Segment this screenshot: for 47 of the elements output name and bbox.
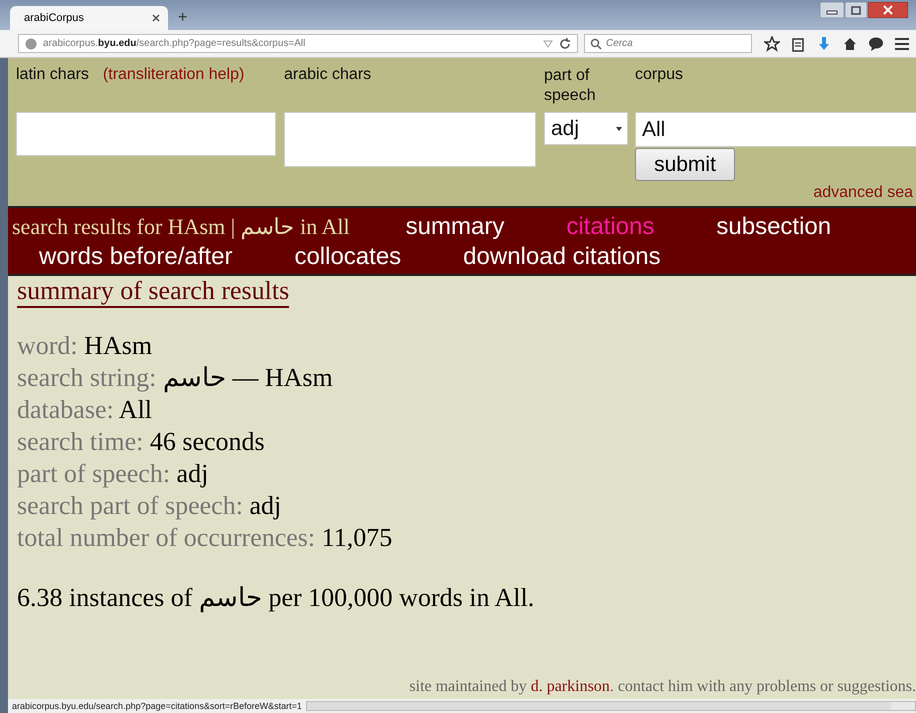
close-icon[interactable] bbox=[152, 14, 160, 22]
url-field[interactable]: arabicorpus.byu.edu/search.php?page=results&corpus=All bbox=[18, 34, 578, 53]
nav-link[interactable]: download citations bbox=[463, 243, 661, 271]
footer-text: site maintained by d. parkinson. contact him with any problems or suggestions. bbox=[409, 678, 916, 696]
submit-button[interactable]: submit bbox=[635, 148, 735, 181]
browser-tab[interactable]: arabiCorpus bbox=[10, 6, 168, 30]
help-link[interactable]: (transliteration help) bbox=[102, 66, 244, 84]
summary-line: database: All bbox=[17, 394, 154, 426]
minimize-icon[interactable] bbox=[820, 2, 844, 18]
field-label: part of speech bbox=[544, 66, 597, 104]
status-url: arabicorpus.byu.edu/search.php?page=citations&sort=rBeforeW&start=1 bbox=[11, 701, 303, 711]
nav-link[interactable]: words before/after bbox=[39, 243, 232, 271]
summary-line: word: HAsm bbox=[17, 330, 154, 362]
maintainer-link[interactable]: d. parkinson bbox=[530, 678, 610, 695]
caret-icon bbox=[616, 126, 622, 130]
summary-line: search time: 46 seconds bbox=[17, 426, 266, 458]
latin-input[interactable] bbox=[16, 112, 276, 156]
download-icon[interactable] bbox=[816, 36, 832, 52]
search-icon bbox=[590, 38, 602, 50]
star-icon[interactable] bbox=[764, 36, 780, 52]
instances-sentence: 6.38 instances of حاسم per 100,000 words in All. bbox=[17, 582, 536, 613]
field-label: arabic chars bbox=[284, 66, 372, 84]
summary-line: search part of speech: adj bbox=[17, 490, 282, 522]
advanced-search-link[interactable]: advanced sea bbox=[813, 184, 913, 202]
nav-link[interactable]: citations bbox=[566, 213, 654, 241]
pos-select[interactable]: adj bbox=[544, 112, 628, 145]
nav-link[interactable]: subsection bbox=[716, 213, 832, 241]
home-icon[interactable] bbox=[842, 36, 858, 52]
close-icon[interactable] bbox=[868, 2, 908, 18]
field-label: latin chars bbox=[16, 66, 89, 84]
horizontal-scrollbar[interactable] bbox=[306, 701, 916, 711]
clipboard-icon[interactable] bbox=[790, 36, 806, 52]
field-label: corpus bbox=[635, 66, 684, 84]
restore-icon[interactable] bbox=[845, 2, 867, 18]
arabic-input[interactable] bbox=[284, 112, 536, 167]
nav-link[interactable]: summary bbox=[406, 213, 504, 241]
summary-line: part of speech: adj bbox=[17, 458, 210, 490]
menu-icon[interactable] bbox=[894, 36, 910, 52]
chat-icon[interactable] bbox=[868, 36, 884, 52]
summary-line: total number of occurrences: 11,075 bbox=[17, 522, 394, 554]
new-tab-button[interactable]: + bbox=[178, 9, 188, 27]
nav-link[interactable]: collocates bbox=[294, 243, 402, 271]
reload-icon[interactable] bbox=[559, 38, 571, 50]
results-title: search results for HAsm | حاسم in All bbox=[12, 214, 350, 240]
search-field[interactable]: Cerca bbox=[584, 34, 752, 53]
section-heading: summary of search results bbox=[17, 276, 290, 308]
corpus-field[interactable]: All bbox=[635, 112, 916, 147]
